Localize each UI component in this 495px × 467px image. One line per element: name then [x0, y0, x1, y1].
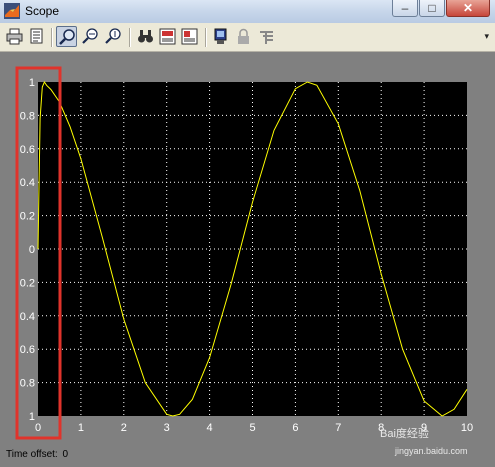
y-tick-label: 0: [29, 244, 35, 256]
x-tick-label: 2: [121, 422, 127, 434]
y-tick-label: 0.4: [20, 177, 35, 189]
scope-window: Scope – □ ✕ ▾ 1 0.8 0.6 0.4 0.2 0 0.2 0.…: [0, 0, 495, 467]
y-tick-label: 0.8: [20, 110, 35, 122]
x-tick-label: 1: [78, 422, 84, 434]
x-tick-label: 4: [207, 422, 213, 434]
x-tick-label: 7: [335, 422, 341, 434]
y-tick-label: 0.6: [20, 144, 35, 156]
time-offset-status: Time offset: 0: [4, 449, 68, 460]
x-tick-label: 0: [35, 422, 41, 434]
y-tick-label: 0.6: [20, 344, 35, 356]
y-tick-label: 0.4: [20, 311, 35, 323]
y-tick-label: 0.8: [20, 378, 35, 390]
watermark-brand: Bai度经验: [380, 428, 429, 440]
x-tick-label: 6: [292, 422, 298, 434]
scope-axes[interactable]: 10.80.60.40.200.20.40.60.81 0 1 2 3 4 5 6 7 8 9 10: [0, 0, 495, 467]
watermark-url: jingyan.baidu.com: [395, 446, 468, 456]
time-offset-value: 0: [62, 449, 69, 460]
x-tick-label: 3: [164, 422, 170, 434]
y-tick-label: 0.2: [20, 211, 35, 223]
x-tick-label: 5: [249, 422, 255, 434]
x-tick-label: 10: [461, 422, 473, 434]
y-tick-labels: 10.80.60.40.200.20.40.60.81: [20, 77, 35, 423]
y-tick-label: 1: [29, 77, 35, 89]
time-offset-label: Time offset:: [6, 449, 58, 460]
y-tick-label: 0.2: [20, 277, 35, 289]
